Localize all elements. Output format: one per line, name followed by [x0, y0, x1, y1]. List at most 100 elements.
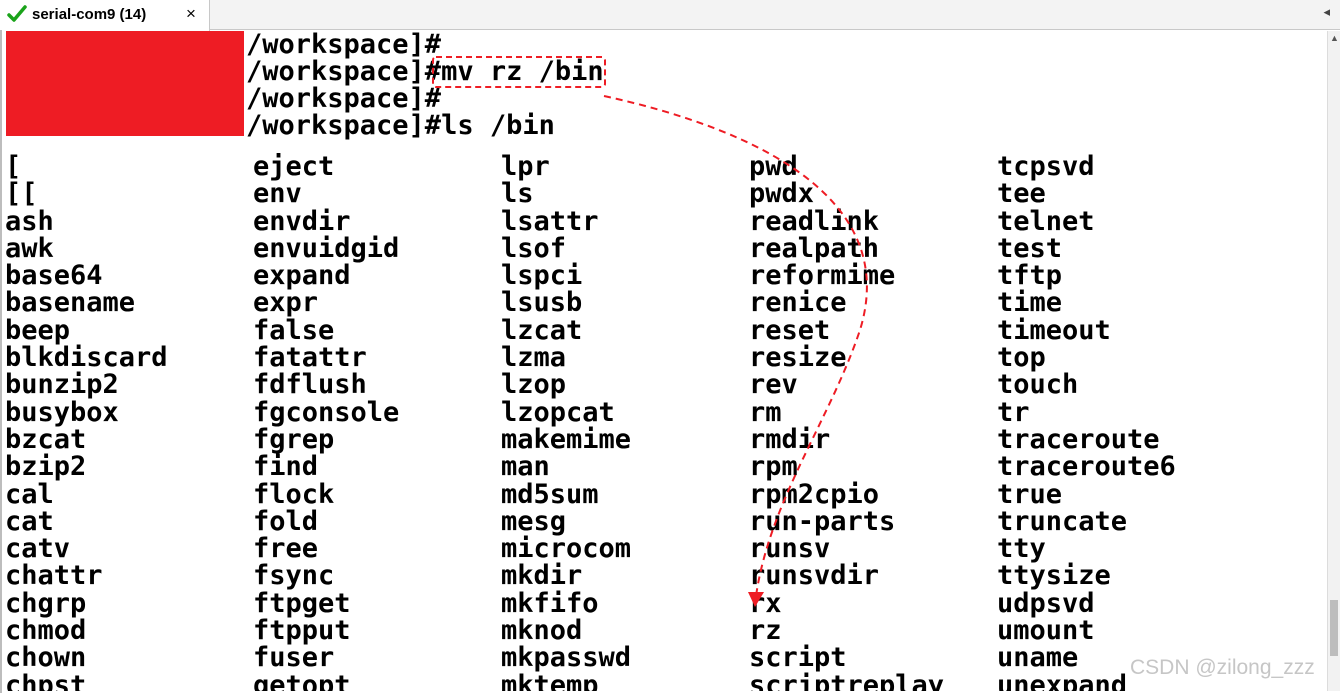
ls-entry: test — [997, 232, 1063, 264]
ls-entry: rev — [749, 369, 798, 401]
ls-entry: fgrep — [253, 423, 335, 455]
ls-entry: rm — [749, 396, 782, 428]
ls-entry: md5sum — [501, 478, 599, 510]
ls-entry: lzopcat — [501, 396, 615, 428]
ls-entry: fsync — [253, 560, 335, 592]
ls-column-4: pwd pwdx readlink realpath reformime renice re… — [749, 153, 997, 691]
ls-entry: rmdir — [749, 423, 831, 455]
ls-entry: free — [253, 533, 319, 565]
tab-scroll-left-icon[interactable]: ◂ — [1323, 4, 1330, 20]
tab-serial-com9[interactable]: serial-com9 (14) × — [0, 0, 210, 31]
ls-column-2: eject env envdir envuidgid expand expr false fa… — [253, 153, 501, 691]
ls-entry: getopt — [253, 669, 351, 691]
ls-entry: bunzip2 — [5, 369, 119, 401]
ls-entry: chpst — [5, 669, 87, 691]
ls-entry: top — [997, 342, 1046, 374]
ls-entry: busybox — [5, 396, 119, 428]
ls-entry: lsof — [501, 232, 567, 264]
ls-entry: fold — [253, 505, 319, 537]
ls-entry: ash — [5, 205, 54, 237]
ls-entry: telnet — [997, 205, 1095, 237]
ls-entry: [[ — [5, 178, 38, 210]
prompt-line-4: /workspace]#ls /bin — [246, 110, 555, 141]
ls-entry: tcpsvd — [997, 151, 1095, 182]
ls-entry: false — [253, 314, 335, 346]
ls-entry: man — [501, 451, 550, 483]
ls-entry: mktemp — [501, 669, 599, 691]
ls-entry: renice — [749, 287, 847, 319]
redacted-hostname — [6, 31, 244, 136]
ls-entry: flock — [253, 478, 335, 510]
ls-entry: runsvdir — [749, 560, 880, 592]
prompt-line-2: /workspace]#mv rz /bin — [246, 56, 604, 87]
ls-entry: mknod — [501, 615, 583, 647]
ls-entry: basename — [5, 287, 136, 319]
ls-entry: resize — [749, 342, 847, 374]
ls-entry: blkdiscard — [5, 342, 168, 374]
ls-entry: tr — [997, 396, 1030, 428]
ls-entry: ftpput — [253, 615, 351, 647]
ls-entry: fuser — [253, 642, 335, 674]
scrollbar-thumb[interactable] — [1330, 600, 1338, 656]
ls-entry: truncate — [997, 505, 1128, 537]
ls-entry: rpm — [749, 451, 798, 483]
vertical-scrollbar[interactable]: ▲ — [1327, 31, 1340, 691]
ls-entry: fgconsole — [253, 396, 400, 428]
ls-entry: lzcat — [501, 314, 583, 346]
ls-entry: fatattr — [253, 342, 367, 374]
ls-entry: scriptreplay — [749, 669, 945, 691]
ls-column-1: [[[ash awk base64 basename beep blkdiscard bun… — [5, 153, 253, 691]
ls-entry: envuidgid — [253, 232, 400, 264]
ls-entry: expand — [253, 260, 351, 292]
ls-entry: cat — [5, 505, 54, 537]
tab-close-icon[interactable]: × — [186, 4, 196, 24]
ls-entry: beep — [5, 314, 71, 346]
ls-entry: ttysize — [997, 560, 1111, 592]
ls-entry: fdflush — [253, 369, 367, 401]
prompt-line-3: /workspace]# — [246, 83, 442, 114]
ls-entry: traceroute — [997, 423, 1160, 455]
tab-bar: serial-com9 (14) × ◂ — [0, 0, 1340, 31]
ls-entry: cal — [5, 478, 54, 510]
ls-entry: eject — [253, 151, 335, 182]
ls-entry: lsusb — [501, 287, 583, 319]
ls-entry: chattr — [5, 560, 103, 592]
ls-entry: time — [997, 287, 1063, 319]
ls-entry: ftpget — [253, 587, 351, 619]
ls-entry: run-parts — [749, 505, 896, 537]
ls-entry: envdir — [253, 205, 351, 237]
ls-entry: readlink — [749, 205, 880, 237]
ls-entry: chmod — [5, 615, 87, 647]
ls-entry: lzma — [501, 342, 567, 374]
ls-entry: pwd — [749, 151, 798, 182]
ls-entry: makemime — [501, 423, 632, 455]
ls-entry: catv — [5, 533, 71, 565]
ls-entry: tty — [997, 533, 1046, 565]
prompt-line-1: /workspace]# — [246, 31, 442, 60]
ls-column-3: lpr ls lsattr lsof lspci lsusb lzcat lzma lzop lz… — [501, 153, 749, 691]
ls-entry: timeout — [997, 314, 1111, 346]
ls-entry: ls — [501, 178, 534, 210]
watermark: CSDN @zilong_zzz — [1130, 656, 1315, 679]
ls-entry: lsattr — [501, 205, 599, 237]
ls-entry: bzcat — [5, 423, 87, 455]
scroll-up-icon[interactable]: ▲ — [1330, 33, 1339, 43]
ls-entry: reformime — [749, 260, 896, 292]
ls-entry: find — [253, 451, 319, 483]
ls-entry: mkpasswd — [501, 642, 632, 674]
ls-entry: lspci — [501, 260, 583, 292]
ls-entry: chown — [5, 642, 87, 674]
ls-entry: realpath — [749, 232, 880, 264]
ls-entry: env — [253, 178, 302, 210]
ls-entry: mesg — [501, 505, 567, 537]
ls-column-5: tcpsvd tee telnet test tftp time timeout top tou… — [997, 153, 1245, 691]
ls-entry: lzop — [501, 369, 567, 401]
ls-entry: runsv — [749, 533, 831, 565]
ls-entry: chgrp — [5, 587, 87, 619]
ls-entry: base64 — [5, 260, 103, 292]
connected-check-icon — [7, 5, 27, 22]
ls-entry: lpr — [501, 151, 550, 182]
left-border — [0, 30, 2, 693]
ls-entry: [ — [5, 151, 22, 182]
ls-entry: rx — [749, 587, 782, 619]
